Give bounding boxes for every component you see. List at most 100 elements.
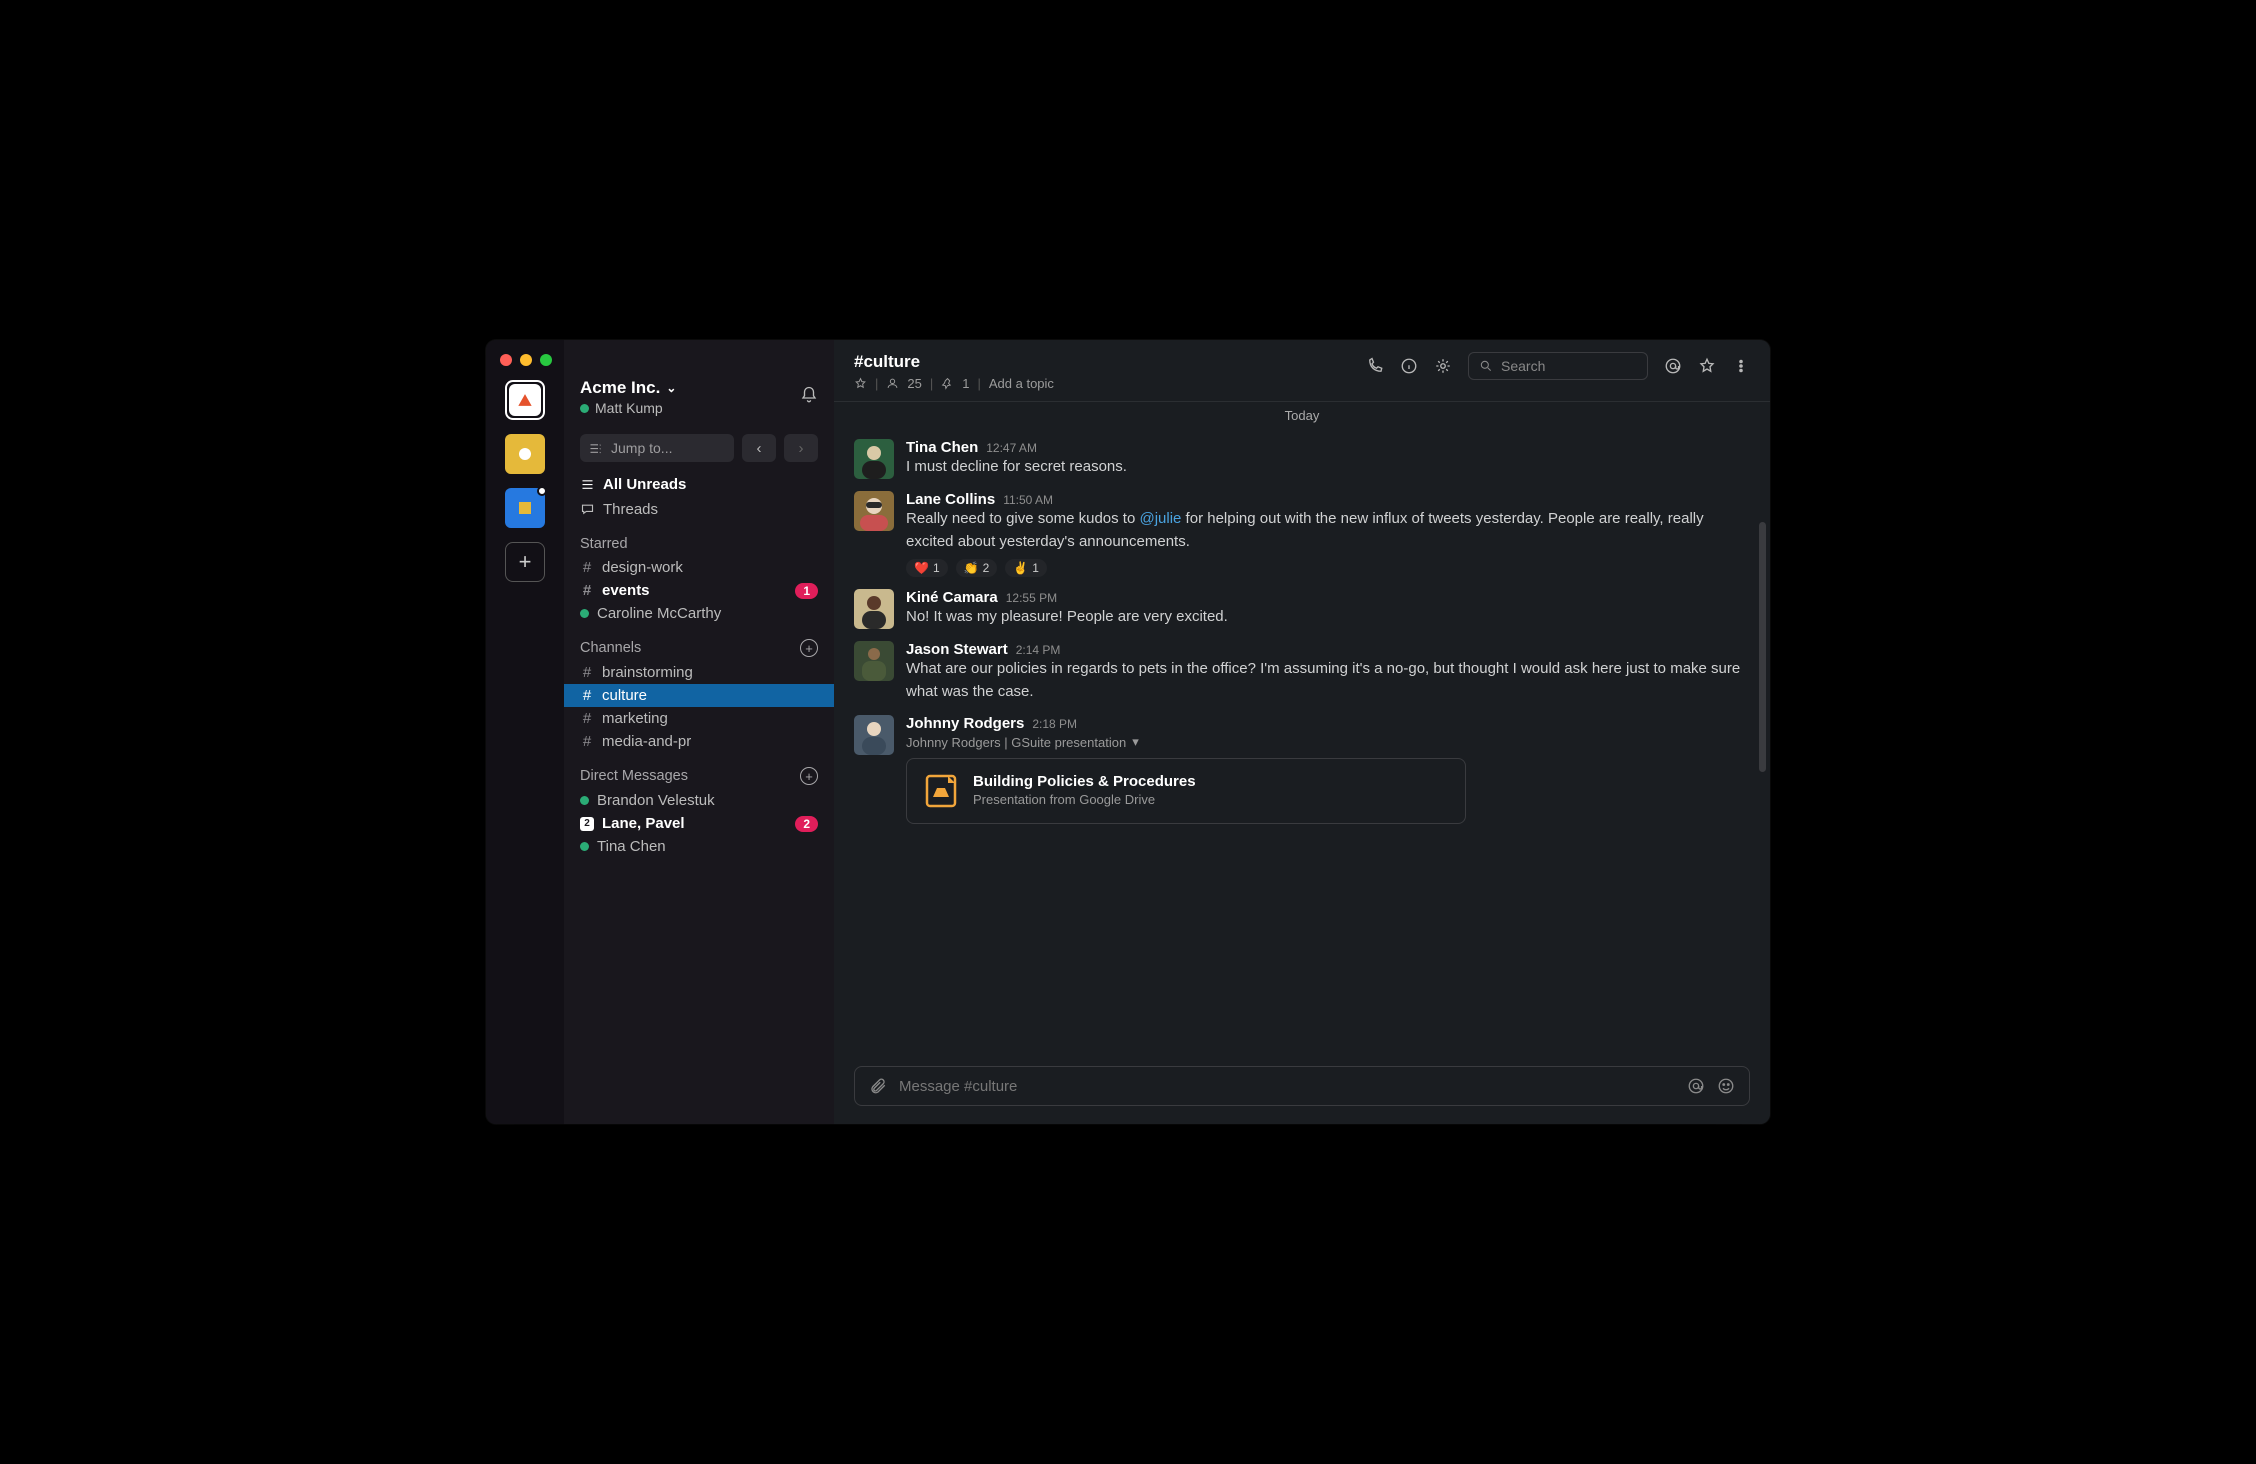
- add-channel-button[interactable]: +: [800, 639, 818, 657]
- jump-to-input[interactable]: Jump to...: [580, 434, 734, 462]
- emoji-icon[interactable]: [1717, 1077, 1735, 1095]
- sidebar-dm-tina[interactable]: Tina Chen: [564, 835, 834, 858]
- sidebar-channel-marketing[interactable]: # marketing: [564, 707, 834, 730]
- sidebar-dm-lane-pavel[interactable]: 2 Lane, Pavel 2: [564, 812, 834, 835]
- search-icon: [1479, 359, 1493, 373]
- mentions-icon[interactable]: [1664, 357, 1682, 375]
- message-row: Tina Chen 12:47 AM I must decline for se…: [854, 433, 1750, 485]
- info-icon[interactable]: [1400, 357, 1418, 375]
- maximize-window-button[interactable]: [540, 354, 552, 366]
- sidebar-dm-caroline[interactable]: Caroline McCarthy: [564, 602, 834, 625]
- avatar[interactable]: [854, 641, 894, 681]
- caret-down-icon[interactable]: ▾: [1132, 734, 1139, 750]
- avatar-placeholder-icon: [854, 439, 894, 479]
- at-icon[interactable]: [1687, 1077, 1705, 1095]
- reactions-bar: ❤️1 👏2 ✌️1: [906, 559, 1750, 577]
- minimize-window-button[interactable]: [520, 354, 532, 366]
- reaction-count: 2: [983, 561, 990, 575]
- message-text: What are our policies in regards to pets…: [906, 658, 1750, 703]
- avatar[interactable]: [854, 491, 894, 531]
- add-topic-button[interactable]: Add a topic: [989, 376, 1054, 391]
- reaction-button[interactable]: 👏2: [956, 559, 998, 577]
- dms-section-header: Direct Messages +: [564, 753, 834, 789]
- message-author[interactable]: Jason Stewart: [906, 641, 1008, 658]
- workspace-menu[interactable]: Acme Inc. ⌄: [580, 378, 676, 398]
- sidebar: Acme Inc. ⌄ Matt Kump Jump to...: [564, 340, 834, 1124]
- avatar[interactable]: [854, 715, 894, 755]
- chevron-left-icon: ‹: [757, 440, 762, 457]
- thread-icon: [580, 502, 595, 517]
- pin-icon: [941, 377, 954, 390]
- workspace-name: Acme Inc.: [580, 378, 660, 398]
- sidebar-channel-brainstorming[interactable]: # brainstorming: [564, 661, 834, 684]
- user-mention[interactable]: @julie: [1139, 510, 1181, 527]
- notifications-button[interactable]: [800, 386, 818, 408]
- history-forward-button[interactable]: ›: [784, 434, 818, 462]
- google-drive-icon: [923, 773, 959, 809]
- message-author[interactable]: Lane Collins: [906, 491, 995, 508]
- message-input[interactable]: [899, 1078, 1675, 1095]
- all-unreads-link[interactable]: All Unreads: [564, 472, 834, 497]
- dm-label: Brandon Velestuk: [597, 792, 715, 809]
- workspace-switcher-1[interactable]: [505, 380, 545, 420]
- hash-icon: #: [580, 710, 594, 727]
- message-author[interactable]: Johnny Rodgers: [906, 715, 1024, 732]
- message-time: 2:14 PM: [1016, 643, 1061, 657]
- channels-section-header: Channels +: [564, 625, 834, 661]
- bell-icon: [800, 386, 818, 404]
- sidebar-channel-media-and-pr[interactable]: # media-and-pr: [564, 730, 834, 753]
- member-count[interactable]: 25: [907, 376, 921, 391]
- person-icon: [886, 377, 899, 390]
- circle-icon: [519, 448, 531, 460]
- scrollbar[interactable]: [1759, 522, 1766, 772]
- message-list[interactable]: Today Tina Chen 12:47 AM I must decline …: [834, 402, 1770, 1066]
- channel-label: design-work: [602, 559, 683, 576]
- message-time: 12:47 AM: [986, 441, 1037, 455]
- attachment-card[interactable]: Building Policies & Procedures Presentat…: [906, 758, 1466, 824]
- hash-icon: #: [580, 559, 594, 576]
- message-author[interactable]: Tina Chen: [906, 439, 978, 456]
- message-row: Lane Collins 11:50 AM Really need to giv…: [854, 485, 1750, 583]
- gear-icon[interactable]: [1434, 357, 1452, 375]
- star-icon[interactable]: [854, 377, 867, 390]
- heart-emoji-icon: ❤️: [914, 561, 929, 575]
- message-time: 11:50 AM: [1003, 493, 1053, 507]
- dms-section-label: Direct Messages: [580, 768, 688, 784]
- notification-dot-icon: [537, 486, 547, 496]
- channel-label: culture: [602, 687, 647, 704]
- avatar[interactable]: [854, 589, 894, 629]
- workspace-switcher-2[interactable]: [505, 434, 545, 474]
- message-text: Really need to give some kudos to @julie…: [906, 508, 1750, 553]
- avatar-placeholder-icon: [854, 491, 894, 531]
- message-composer[interactable]: [854, 1066, 1750, 1106]
- threads-link[interactable]: Threads: [564, 497, 834, 522]
- clap-emoji-icon: 👏: [964, 561, 979, 575]
- reaction-button[interactable]: ❤️1: [906, 559, 948, 577]
- hash-icon: #: [580, 687, 594, 704]
- starred-section-header: Starred: [564, 522, 834, 556]
- search-input[interactable]: Search: [1468, 352, 1648, 380]
- sidebar-channel-design-work[interactable]: # design-work: [564, 556, 834, 579]
- phone-icon[interactable]: [1366, 357, 1384, 375]
- current-user-name: Matt Kump: [595, 400, 663, 416]
- message-time: 2:18 PM: [1032, 717, 1077, 731]
- workspace-switcher-3[interactable]: [505, 488, 545, 528]
- message-author[interactable]: Kiné Camara: [906, 589, 998, 606]
- sidebar-channel-events[interactable]: # events 1: [564, 579, 834, 602]
- unread-badge: 1: [795, 583, 818, 599]
- date-divider: Today: [854, 408, 1750, 423]
- star-outline-icon[interactable]: [1698, 357, 1716, 375]
- channel-header: #culture | 25 | 1 | Add a topic: [834, 340, 1770, 402]
- close-window-button[interactable]: [500, 354, 512, 366]
- pin-count[interactable]: 1: [962, 376, 969, 391]
- reaction-button[interactable]: ✌️1: [1005, 559, 1047, 577]
- more-vertical-icon[interactable]: [1732, 357, 1750, 375]
- avatar[interactable]: [854, 439, 894, 479]
- sidebar-channel-culture[interactable]: # culture: [564, 684, 834, 707]
- new-dm-button[interactable]: +: [800, 767, 818, 785]
- history-back-button[interactable]: ‹: [742, 434, 776, 462]
- sidebar-dm-brandon[interactable]: Brandon Velestuk: [564, 789, 834, 812]
- paperclip-icon[interactable]: [869, 1077, 887, 1095]
- add-workspace-button[interactable]: +: [505, 542, 545, 582]
- hash-icon: #: [580, 582, 594, 599]
